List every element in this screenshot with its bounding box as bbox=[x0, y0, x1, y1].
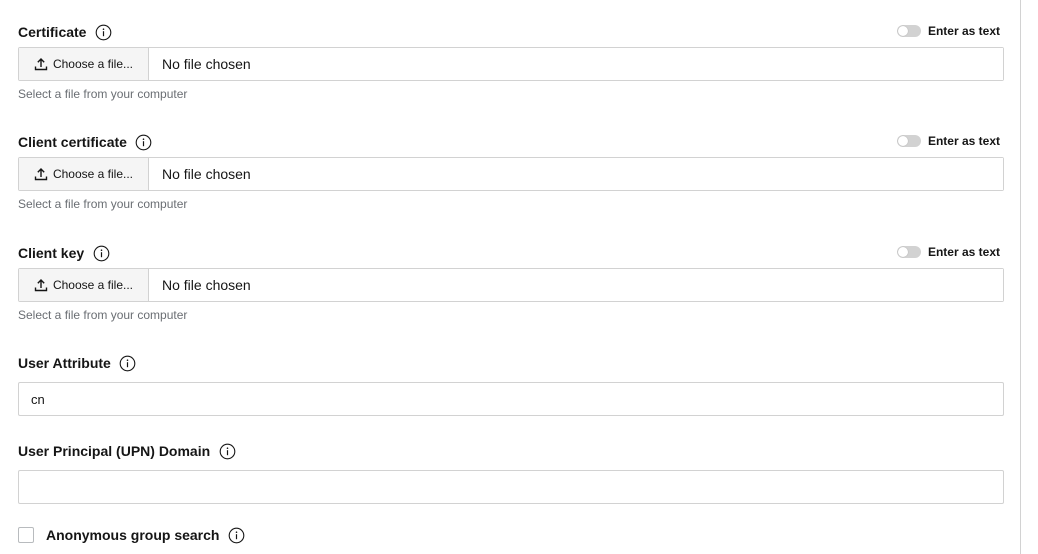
client-certificate-field: Client certificate Enter as text Choose … bbox=[18, 130, 1004, 211]
user-attribute-label: User Attribute bbox=[18, 355, 111, 371]
user-attribute-input[interactable] bbox=[18, 382, 1004, 416]
client-key-label: Client key bbox=[18, 245, 85, 261]
client-certificate-label: Client certificate bbox=[18, 134, 127, 150]
enter-as-text-toggle[interactable]: Enter as text bbox=[896, 245, 1000, 259]
helper-text: Select a file from your computer bbox=[18, 197, 188, 211]
upn-domain-field: User Principal (UPN) Domain bbox=[18, 439, 1004, 504]
upload-icon bbox=[34, 167, 48, 181]
toggle-label: Enter as text bbox=[927, 245, 1000, 259]
helper-text: Select a file from your computer bbox=[18, 308, 188, 322]
toggle-label: Enter as text bbox=[927, 24, 1000, 38]
info-icon[interactable] bbox=[94, 23, 112, 41]
certificate-field: Certificate Enter as text Choose a file.… bbox=[18, 20, 1004, 101]
choose-file-button[interactable]: Choose a file... bbox=[19, 158, 149, 190]
toggle-switch[interactable] bbox=[896, 25, 921, 37]
choose-file-button[interactable]: Choose a file... bbox=[19, 269, 149, 301]
choose-file-label: Choose a file... bbox=[52, 57, 134, 71]
toggle-switch[interactable] bbox=[896, 135, 921, 147]
enter-as-text-toggle[interactable]: Enter as text bbox=[896, 134, 1000, 148]
upn-domain-input[interactable] bbox=[18, 470, 1004, 504]
user-attribute-field: User Attribute bbox=[18, 351, 1004, 416]
info-icon[interactable] bbox=[92, 244, 110, 262]
anonymous-group-search-row: Anonymous group search bbox=[18, 526, 245, 544]
enter-as-text-toggle[interactable]: Enter as text bbox=[896, 24, 1000, 38]
file-name-display: No file chosen bbox=[149, 158, 1003, 190]
client-key-field: Client key Enter as text Choose a file..… bbox=[18, 241, 1004, 322]
toggle-switch[interactable] bbox=[896, 246, 921, 258]
helper-text: Select a file from your computer bbox=[18, 87, 188, 101]
file-name-display: No file chosen bbox=[149, 269, 1003, 301]
file-upload: Choose a file... No file chosen bbox=[18, 157, 1004, 191]
anonymous-group-search-checkbox[interactable] bbox=[18, 527, 34, 543]
info-icon[interactable] bbox=[218, 442, 236, 460]
info-icon[interactable] bbox=[119, 354, 137, 372]
info-icon[interactable] bbox=[135, 133, 153, 151]
upload-icon bbox=[34, 57, 48, 71]
upload-icon bbox=[34, 278, 48, 292]
file-upload: Choose a file... No file chosen bbox=[18, 268, 1004, 302]
choose-file-button[interactable]: Choose a file... bbox=[19, 48, 149, 80]
info-icon[interactable] bbox=[227, 526, 245, 544]
choose-file-label: Choose a file... bbox=[52, 167, 134, 181]
file-name-display: No file chosen bbox=[149, 48, 1003, 80]
anonymous-group-search-label: Anonymous group search bbox=[46, 527, 220, 543]
certificate-label: Certificate bbox=[18, 24, 87, 40]
upn-domain-label: User Principal (UPN) Domain bbox=[18, 443, 211, 459]
choose-file-label: Choose a file... bbox=[52, 278, 134, 292]
toggle-label: Enter as text bbox=[927, 134, 1000, 148]
panel-divider bbox=[1020, 0, 1021, 554]
file-upload: Choose a file... No file chosen bbox=[18, 47, 1004, 81]
